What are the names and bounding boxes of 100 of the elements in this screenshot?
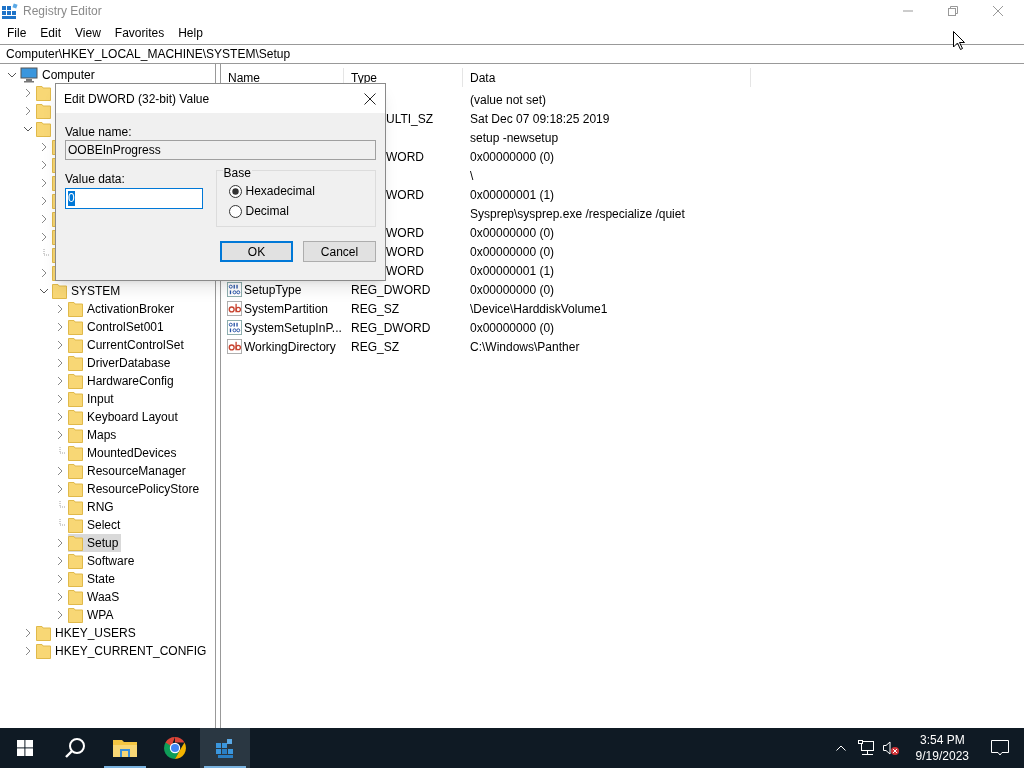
muted-speaker-icon[interactable] [881, 740, 900, 756]
tree-item[interactable]: WaaS [68, 588, 123, 606]
value-data: Sat Dec 07 09:18:25 2019 [470, 111, 610, 126]
value-data: C:\Windows\Panther [470, 339, 580, 354]
dialog-button[interactable]: OK [220, 241, 293, 262]
table-row[interactable]: WorkingDirectory REG_SZ C:\Windows\Panther [221, 337, 1024, 356]
tree-item[interactable]: CurrentControlSet [68, 336, 187, 354]
tree-item[interactable]: HardwareConfig [68, 372, 177, 390]
tree-item[interactable]: SYSTEM [52, 282, 124, 300]
folder-icon [68, 607, 83, 623]
value-data: (value not set) [470, 92, 547, 107]
value-type: WORD [386, 149, 424, 164]
field-label: Value data: [65, 171, 126, 186]
folder-icon [36, 85, 51, 101]
folder-icon [68, 301, 83, 317]
folder-icon [68, 355, 83, 371]
window-title: Registry Editor [23, 3, 102, 20]
folder-icon [113, 738, 137, 758]
column-header[interactable]: Data [463, 68, 751, 87]
value-data: 0x00000000 (0) [470, 282, 555, 297]
value-data-field[interactable]: 0 [65, 188, 203, 209]
address-bar[interactable]: Computer\HKEY_LOCAL_MACHINE\SYSTEM\Setup [0, 45, 1024, 63]
folder-icon [36, 625, 51, 641]
value-type: REG_SZ [351, 339, 399, 354]
tree-item[interactable]: State [68, 570, 119, 588]
value-data: 0x00000001 (1) [470, 187, 555, 202]
menu-item[interactable]: Help [171, 24, 210, 42]
dialog-title: Edit DWORD (32-bit) Value [64, 90, 211, 108]
value-name[interactable]: SystemSetupInP... [244, 318, 342, 337]
folder-icon [68, 535, 83, 551]
windows-icon [17, 740, 33, 756]
value-data: setup -newsetup [470, 130, 559, 145]
tree-item[interactable]: Keyboard Layout [68, 408, 181, 426]
tree-item[interactable]: RNG [68, 498, 117, 516]
tree-item[interactable]: MountedDevices [68, 444, 180, 462]
tree-item[interactable]: WPA [68, 606, 117, 624]
value-data: \Device\HarddiskVolume1 [470, 301, 608, 316]
network-icon[interactable] [857, 740, 874, 756]
folder-icon [68, 445, 83, 461]
value-name[interactable]: SetupType [244, 280, 302, 299]
folder-icon [68, 463, 83, 479]
folder-icon [68, 337, 83, 353]
tree-item[interactable]: ResourcePolicyStore [68, 480, 203, 498]
value-data: 0x00000000 (0) [470, 149, 555, 164]
tree-item[interactable]: ControlSet001 [68, 318, 167, 336]
tree-item[interactable]: DriverDatabase [68, 354, 174, 372]
string-value-icon [227, 301, 242, 316]
value-type: WORD [386, 187, 424, 202]
dialog-button[interactable]: Cancel [303, 241, 376, 262]
notification-icon[interactable] [991, 740, 1009, 756]
radio-option[interactable]: Decimal [228, 201, 375, 221]
close-icon[interactable] [364, 92, 376, 105]
table-row[interactable]: SystemPartition REG_SZ \Device\HarddiskVolume1 [221, 299, 1024, 318]
chevron-up-icon[interactable] [835, 745, 846, 751]
cubes-icon [214, 737, 236, 759]
string-value-icon [227, 339, 242, 354]
folder-icon [68, 589, 83, 605]
tree-item[interactable] [36, 84, 54, 102]
restore-icon[interactable] [948, 6, 958, 16]
browser-icon [163, 736, 187, 760]
menu-item[interactable]: Favorites [107, 24, 172, 42]
folder-icon [68, 571, 83, 587]
folder-icon [36, 643, 51, 659]
folder-icon [68, 553, 83, 569]
menu-item[interactable]: View [68, 24, 108, 42]
folder-icon [68, 409, 83, 425]
value-type: WORD [386, 225, 424, 240]
tree-item[interactable]: Input [68, 390, 117, 408]
tree-item[interactable]: Setup [68, 534, 122, 552]
value-data: 0x00000000 (0) [470, 225, 555, 240]
radio-option[interactable]: Hexadecimal [228, 181, 375, 201]
tree-item[interactable]: Maps [68, 426, 120, 444]
value-type: REG_DWORD [351, 320, 431, 335]
tree-item[interactable]: Select [68, 516, 124, 534]
folder-icon [68, 427, 83, 443]
folder-icon [68, 499, 83, 515]
clock[interactable]: 3:54 PM 9/19/2023 [909, 728, 975, 768]
value-type: REG_DWORD [351, 282, 431, 297]
folder-icon [36, 121, 51, 137]
table-row[interactable]: SetupType REG_DWORD 0x00000000 (0) [221, 280, 1024, 299]
tree-item[interactable]: ResourceManager [68, 462, 189, 480]
folder-icon [52, 283, 67, 299]
table-row[interactable]: SystemSetupInP... REG_DWORD 0x00000000 (0) [221, 318, 1024, 337]
binary-value-icon [227, 282, 242, 297]
value-name-field[interactable]: OOBEInProgress [65, 140, 376, 160]
menu-item[interactable]: Edit [33, 24, 69, 42]
value-name[interactable]: WorkingDirectory [244, 337, 336, 356]
value-type: REG_SZ [351, 301, 399, 316]
field-label: Value name: [65, 124, 133, 139]
cursor-icon [953, 31, 965, 50]
folder-icon [68, 319, 83, 335]
value-data: 0x00000001 (1) [470, 263, 555, 278]
menu-item[interactable]: File [0, 24, 34, 42]
tree-item[interactable]: HKEY_USERS [36, 624, 139, 642]
tree-item[interactable]: ActivationBroker [68, 300, 178, 318]
tree-item[interactable]: Software [68, 552, 138, 570]
tree-item[interactable]: HKEY_CURRENT_CONFIG [36, 642, 210, 660]
value-data: 0x00000000 (0) [470, 244, 555, 259]
value-name[interactable]: SystemPartition [244, 299, 329, 318]
tree-item[interactable]: Computer [20, 66, 98, 84]
